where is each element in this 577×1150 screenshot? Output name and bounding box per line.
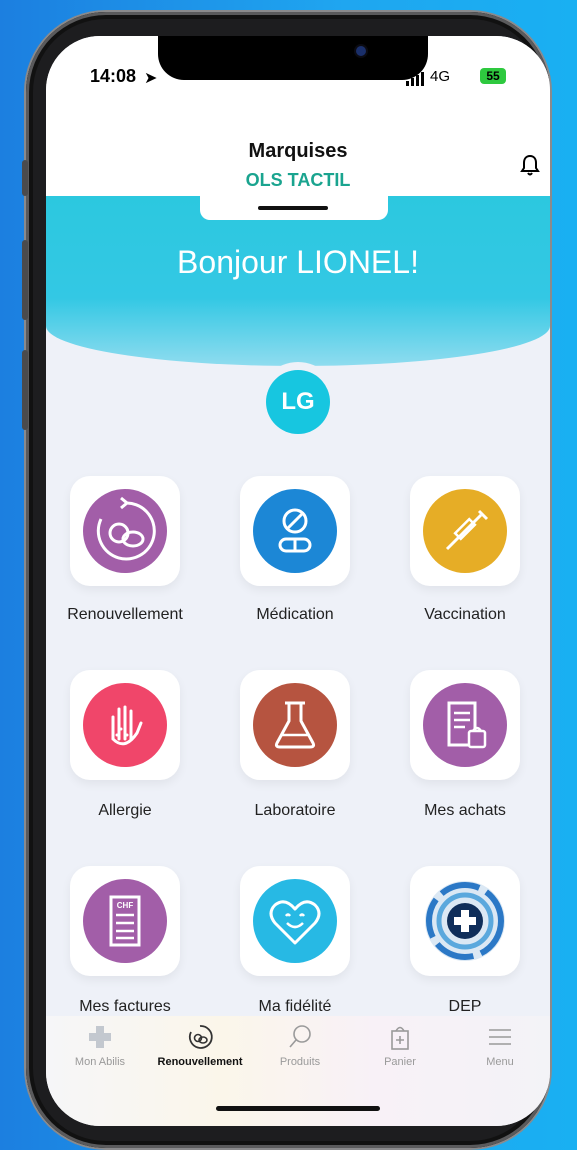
greeting: Bonjour LIONEL! — [177, 244, 419, 280]
avatar-initials: LG — [266, 370, 330, 434]
tab-label-mon-abilis: Mon Abilis — [74, 1056, 126, 1068]
tab-mon-abilis[interactable]: Mon Abilis — [50, 1022, 150, 1068]
tab-label-panier: Panier — [384, 1056, 416, 1068]
tab-renouvellement[interactable]: Renouvellement — [150, 1022, 250, 1068]
store-selector-handle[interactable] — [200, 186, 388, 220]
bag-icon — [391, 1026, 409, 1050]
location-arrow-icon: ➤ — [144, 70, 158, 87]
volume-up-button — [22, 240, 28, 320]
mute-switch — [22, 160, 28, 196]
tile-label-allergie: Allergie — [98, 802, 152, 819]
heart-smile-icon — [253, 879, 337, 963]
tile-laboratoire[interactable] — [240, 670, 350, 780]
tile-label-mes-achats: Mes achats — [424, 802, 506, 819]
tile-ma-fidelite[interactable] — [240, 866, 350, 976]
tile-medication[interactable] — [240, 476, 350, 586]
hero-band — [46, 196, 550, 366]
tab-label-menu: Menu — [486, 1056, 514, 1068]
tab-produits[interactable]: Produits — [250, 1022, 350, 1068]
home-indicator[interactable] — [216, 1106, 380, 1111]
renewal-icon — [188, 1025, 213, 1049]
tab-label-renouvellement: Renouvellement — [157, 1056, 243, 1068]
avatar[interactable]: LG — [258, 362, 338, 442]
tab-menu[interactable]: Menu — [450, 1022, 550, 1068]
store-name[interactable]: Marquises — [46, 140, 550, 163]
tile-mes-achats[interactable] — [410, 670, 520, 780]
tile-label-medication: Médication — [256, 606, 334, 623]
tile-dep[interactable] — [410, 866, 520, 976]
tile-mes-factures[interactable]: CHF — [70, 866, 180, 976]
flask-icon — [253, 683, 337, 767]
pills-icon — [253, 489, 337, 573]
tile-label-mes-factures: Mes factures — [79, 998, 171, 1015]
tile-allergie[interactable] — [70, 670, 180, 780]
dep-cross-icon — [425, 881, 505, 961]
phone-screen: 14:08 ➤ 4G 55 Marquises OLS TACTIL Bonjo… — [46, 36, 550, 1126]
volume-down-button — [22, 350, 28, 430]
bell-icon[interactable] — [520, 154, 540, 176]
renewal-pills-icon — [83, 489, 167, 573]
search-icon — [289, 1025, 311, 1048]
allergy-hand-icon — [83, 683, 167, 767]
battery-icon: 55 — [480, 68, 506, 84]
tile-label-laboratoire: Laboratoire — [254, 802, 336, 819]
tab-panier[interactable]: Panier — [350, 1022, 450, 1068]
menu-icon — [489, 1029, 511, 1045]
camera — [356, 46, 366, 56]
tile-label-renouvellement: Renouvellement — [67, 606, 183, 623]
tile-renouvellement[interactable] — [70, 476, 180, 586]
invoice-icon: CHF — [83, 879, 167, 963]
tile-vaccination[interactable] — [410, 476, 520, 586]
handle-bar — [258, 206, 328, 210]
home-cross-icon — [89, 1026, 111, 1048]
receipt-bag-icon — [423, 683, 507, 767]
tab-label-produits: Produits — [279, 1056, 321, 1068]
tile-label-ma-fidelite: Ma fidélité — [258, 998, 332, 1015]
status-time: 14:08 — [90, 66, 137, 86]
notch — [158, 36, 428, 80]
invoice-badge: CHF — [117, 901, 134, 910]
tile-label-vaccination: Vaccination — [424, 606, 506, 623]
network-type: 4G — [430, 68, 451, 85]
syringe-icon — [423, 489, 507, 573]
tile-label-dep: DEP — [448, 998, 482, 1015]
